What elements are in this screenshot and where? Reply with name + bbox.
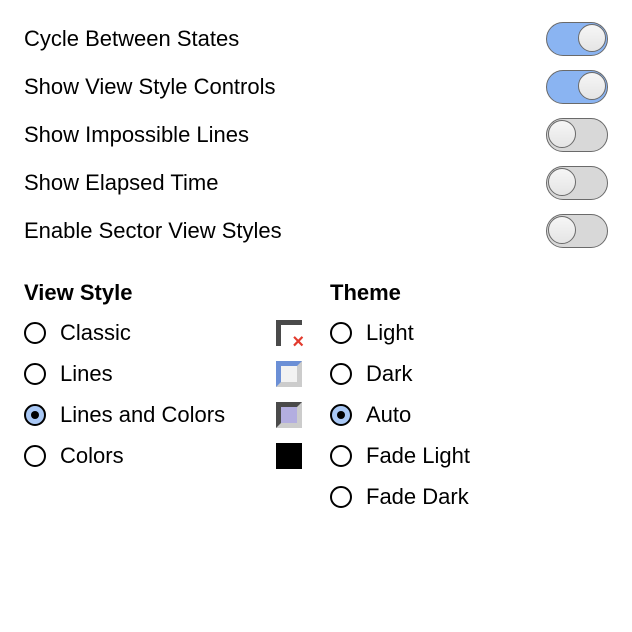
radio-fade-light[interactable] — [330, 445, 352, 467]
view-style-option-lines[interactable]: Lines — [24, 361, 302, 387]
theme-option-light[interactable]: Light — [330, 320, 608, 346]
radio-label-lines-and-colors: Lines and Colors — [60, 402, 268, 428]
lines-and-colors-style-icon — [276, 402, 302, 428]
view-style-column: View Style Classic Lines Lines and Colors C… — [24, 280, 302, 525]
radio-fade-dark[interactable] — [330, 486, 352, 508]
radio-dark[interactable] — [330, 363, 352, 385]
toggle-label-show-view-style-controls: Show View Style Controls — [24, 74, 276, 100]
radio-lines-and-colors[interactable] — [24, 404, 46, 426]
view-style-option-classic[interactable]: Classic — [24, 320, 302, 346]
radio-label-auto: Auto — [366, 402, 608, 428]
toggle-knob — [578, 24, 606, 52]
radio-classic[interactable] — [24, 322, 46, 344]
radio-label-colors: Colors — [60, 443, 268, 469]
radio-label-light: Light — [366, 320, 608, 346]
theme-option-fade-light[interactable]: Fade Light — [330, 443, 608, 469]
radio-label-dark: Dark — [366, 361, 608, 387]
toggle-row-cycle-between-states: Cycle Between States — [24, 22, 608, 56]
toggle-row-show-elapsed-time: Show Elapsed Time — [24, 166, 608, 200]
toggle-knob — [548, 120, 576, 148]
theme-option-fade-dark[interactable]: Fade Dark — [330, 484, 608, 510]
theme-option-auto[interactable]: Auto — [330, 402, 608, 428]
settings-columns: View Style Classic Lines Lines and Colors C… — [24, 280, 608, 525]
radio-label-classic: Classic — [60, 320, 268, 346]
toggle-row-enable-sector-view-styles: Enable Sector View Styles — [24, 214, 608, 248]
toggle-label-cycle-between-states: Cycle Between States — [24, 26, 239, 52]
theme-column: Theme Light Dark Auto Fade Light Fade Dark — [330, 280, 608, 525]
radio-light[interactable] — [330, 322, 352, 344]
toggle-label-show-impossible-lines: Show Impossible Lines — [24, 122, 249, 148]
theme-option-dark[interactable]: Dark — [330, 361, 608, 387]
theme-heading: Theme — [330, 280, 608, 306]
toggle-cycle-between-states[interactable] — [546, 22, 608, 56]
toggle-show-view-style-controls[interactable] — [546, 70, 608, 104]
view-style-option-colors[interactable]: Colors — [24, 443, 302, 469]
radio-auto[interactable] — [330, 404, 352, 426]
toggle-row-show-impossible-lines: Show Impossible Lines — [24, 118, 608, 152]
classic-style-icon — [276, 320, 302, 346]
colors-style-icon — [276, 443, 302, 469]
radio-colors[interactable] — [24, 445, 46, 467]
radio-lines[interactable] — [24, 363, 46, 385]
toggle-row-show-view-style-controls: Show View Style Controls — [24, 70, 608, 104]
toggle-show-impossible-lines[interactable] — [546, 118, 608, 152]
radio-label-lines: Lines — [60, 361, 268, 387]
toggle-enable-sector-view-styles[interactable] — [546, 214, 608, 248]
radio-label-fade-light: Fade Light — [366, 443, 608, 469]
toggle-label-show-elapsed-time: Show Elapsed Time — [24, 170, 218, 196]
toggle-show-elapsed-time[interactable] — [546, 166, 608, 200]
toggle-label-enable-sector-view-styles: Enable Sector View Styles — [24, 218, 282, 244]
lines-style-icon — [276, 361, 302, 387]
toggle-knob — [578, 72, 606, 100]
radio-label-fade-dark: Fade Dark — [366, 484, 608, 510]
toggle-knob — [548, 168, 576, 196]
view-style-option-lines-and-colors[interactable]: Lines and Colors — [24, 402, 302, 428]
toggle-list: Cycle Between States Show View Style Cont… — [24, 22, 608, 248]
view-style-heading: View Style — [24, 280, 302, 306]
toggle-knob — [548, 216, 576, 244]
